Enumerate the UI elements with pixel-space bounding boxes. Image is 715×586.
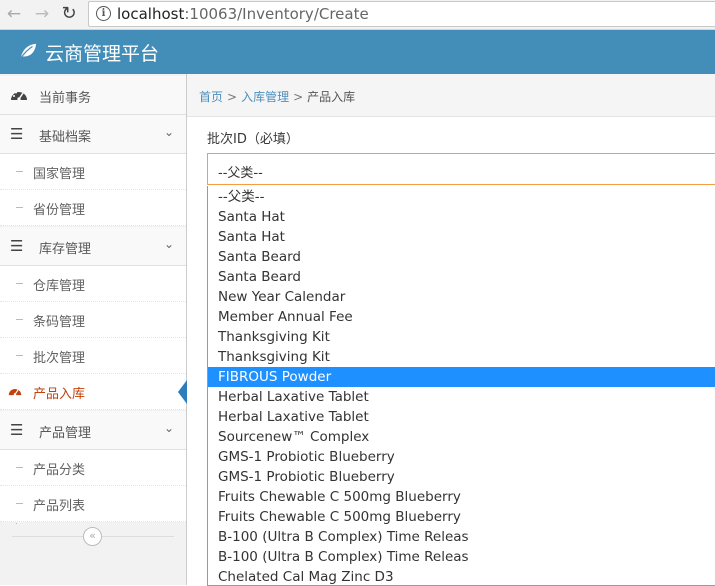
- dropdown-option[interactable]: Thanksgiving Kit: [208, 347, 715, 367]
- dropdown-option[interactable]: FIBROUS Powder: [208, 367, 715, 387]
- batch-id-selected-value: --父类--: [218, 166, 263, 181]
- dropdown-option[interactable]: Santa Hat: [208, 207, 715, 227]
- dropdown-option[interactable]: Member Annual Fee: [208, 307, 715, 327]
- chevron-down-icon: ⌄: [163, 125, 174, 139]
- dropdown-option[interactable]: B-100 (Ultra B Complex) Time Releas: [208, 547, 715, 567]
- sidebar-item-batch[interactable]: 批次管理: [0, 338, 186, 374]
- address-bar[interactable]: i localhost:10063/Inventory/Create: [88, 1, 715, 27]
- sidebar-item-label: 产品分类: [33, 463, 86, 478]
- tree-dash: [16, 283, 23, 284]
- sidebar-item-label: 仓库管理: [33, 279, 86, 294]
- sidebar-item-province[interactable]: 省份管理: [0, 190, 186, 226]
- breadcrumb-current: 产品入库: [307, 90, 356, 104]
- dropdown-option[interactable]: New Year Calendar: [208, 287, 715, 307]
- sidebar-item-label: 库存管理: [39, 242, 92, 257]
- sidebar-item-label: 产品管理: [39, 426, 92, 441]
- sidebar-item-label: 条码管理: [33, 315, 86, 330]
- back-arrow-icon[interactable]: ←: [3, 3, 25, 25]
- dashboard-icon: [8, 385, 22, 400]
- chevron-down-icon: ⌄: [163, 421, 174, 435]
- sidebar-item-label: 产品列表: [33, 499, 86, 514]
- dropdown-option[interactable]: GMS-1 Probiotic Blueberry: [208, 467, 715, 487]
- sidebar-item-product-category[interactable]: 产品分类: [0, 450, 186, 486]
- sidebar-group-basic-records[interactable]: ☰ 基础档案 ⌄: [0, 115, 186, 154]
- breadcrumb: 首页 > 入库管理 > 产品入库: [187, 74, 715, 117]
- sidebar-item-country[interactable]: 国家管理: [0, 154, 186, 190]
- sidebar-group-inventory[interactable]: ☰ 库存管理 ⌄: [0, 227, 186, 266]
- sidebar-item-label: 省份管理: [33, 203, 86, 218]
- dashboard-icon: [10, 87, 28, 103]
- dropdown-option[interactable]: Chelated Cal Mag Zinc D3: [208, 567, 715, 585]
- tree-dash: [16, 467, 23, 468]
- dropdown-option[interactable]: Santa Beard: [208, 267, 715, 287]
- forward-arrow-icon[interactable]: →: [31, 3, 53, 25]
- reload-icon[interactable]: ↻: [58, 3, 80, 25]
- list-icon: ☰: [10, 237, 24, 255]
- url-path: :10063/Inventory/Create: [184, 5, 369, 23]
- double-chevron-left-icon[interactable]: «: [83, 527, 102, 546]
- tree-dash: [16, 503, 23, 504]
- tree-dash: [16, 171, 23, 172]
- active-indicator: [178, 380, 187, 404]
- breadcrumb-separator: >: [293, 90, 304, 104]
- chevron-down-icon: ⌄: [163, 237, 174, 251]
- sidebar-item-label: 产品入库: [33, 387, 86, 402]
- breadcrumb-home-link[interactable]: 首页: [199, 90, 223, 104]
- dropdown-option[interactable]: Herbal Laxative Tablet: [208, 387, 715, 407]
- sidebar-item-label: 国家管理: [33, 167, 86, 182]
- browser-toolbar: ← → ↻ i localhost:10063/Inventory/Create: [0, 0, 715, 30]
- breadcrumb-separator: >: [227, 90, 238, 104]
- tree-dash: [16, 319, 23, 320]
- sidebar: 当前事务 ☰ 基础档案 ⌄ 国家管理 省份管理 ☰ 库存管理 ⌄ 仓库管理 条码…: [0, 74, 187, 585]
- sidebar-group-products[interactable]: ☰ 产品管理 ⌄: [0, 411, 186, 450]
- sidebar-item-product-inbound[interactable]: 产品入库: [0, 374, 187, 410]
- sidebar-item-label: 基础档案: [39, 130, 92, 145]
- tree-dash: [16, 355, 23, 356]
- dropdown-option[interactable]: Santa Beard: [208, 247, 715, 267]
- breadcrumb-parent-link[interactable]: 入库管理: [241, 90, 289, 104]
- sidebar-item-barcode[interactable]: 条码管理: [0, 302, 186, 338]
- list-icon: ☰: [10, 125, 24, 143]
- tree-dash: [16, 207, 23, 208]
- info-icon[interactable]: i: [96, 6, 111, 21]
- sidebar-collapse-bar: «: [0, 524, 186, 548]
- batch-id-label: 批次ID（必填）: [207, 132, 299, 147]
- brand-title[interactable]: 云商管理平台: [45, 39, 159, 66]
- url-text[interactable]: localhost:10063/Inventory/Create: [117, 5, 369, 23]
- sidebar-item-warehouse[interactable]: 仓库管理: [0, 266, 186, 302]
- dropdown-option[interactable]: Fruits Chewable C 500mg Blueberry: [208, 487, 715, 507]
- dropdown-option[interactable]: --父类--: [208, 187, 715, 207]
- list-icon: ☰: [10, 421, 24, 439]
- dropdown-option[interactable]: Fruits Chewable C 500mg Blueberry: [208, 507, 715, 527]
- sidebar-item-label: 批次管理: [33, 351, 86, 366]
- app-header: 云商管理平台: [0, 30, 715, 74]
- url-host: localhost: [117, 5, 185, 23]
- sidebar-item-label: 当前事务: [39, 91, 92, 106]
- dropdown-option[interactable]: B-100 (Ultra B Complex) Time Releas: [208, 527, 715, 547]
- batch-id-dropdown-list[interactable]: --父类-- Santa Hat Santa Hat Santa Beard Santa…: [207, 186, 715, 586]
- dropdown-option[interactable]: Santa Hat: [208, 227, 715, 247]
- sidebar-item-product-list[interactable]: 产品列表: [0, 486, 186, 522]
- leaf-icon: [20, 43, 37, 59]
- dropdown-option[interactable]: GMS-1 Probiotic Blueberry: [208, 447, 715, 467]
- sidebar-item-dashboard[interactable]: 当前事务: [0, 76, 186, 115]
- dropdown-option[interactable]: Thanksgiving Kit: [208, 327, 715, 347]
- batch-id-select[interactable]: --父类--: [207, 153, 715, 185]
- dropdown-option[interactable]: Herbal Laxative Tablet: [208, 407, 715, 427]
- dropdown-option[interactable]: Sourcenew™ Complex: [208, 427, 715, 447]
